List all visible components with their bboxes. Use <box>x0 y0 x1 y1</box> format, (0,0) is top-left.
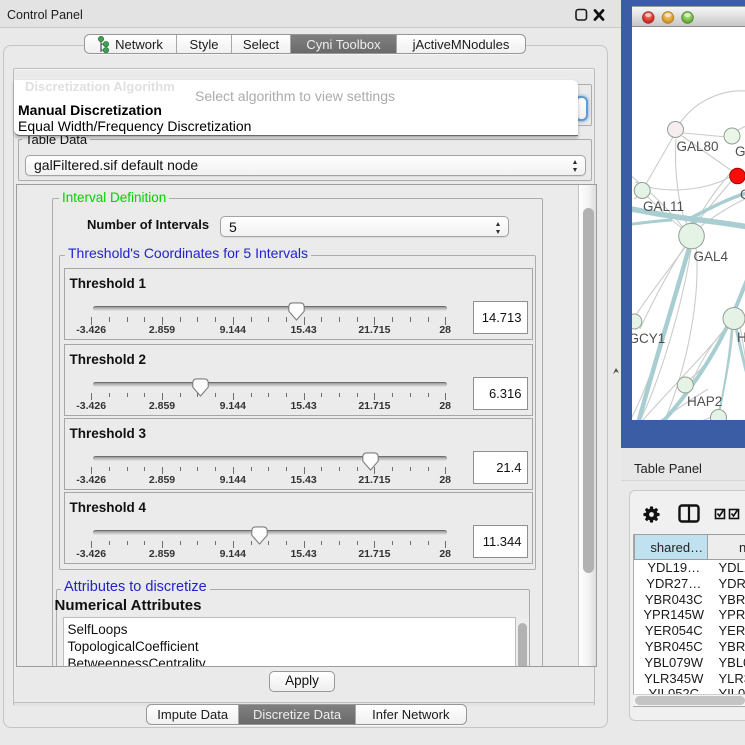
svg-text:HAP2: HAP2 <box>687 394 722 409</box>
svg-text:GA: GA <box>735 144 745 159</box>
svg-text:GCY1: GCY1 <box>632 331 665 346</box>
svg-text:GAL11: GAL11 <box>643 199 684 214</box>
svg-text:GAL4: GAL4 <box>693 249 728 264</box>
svg-text:GAL80: GAL80 <box>676 139 718 154</box>
svg-text:H: H <box>737 330 745 345</box>
svg-text:C: C <box>740 187 745 202</box>
